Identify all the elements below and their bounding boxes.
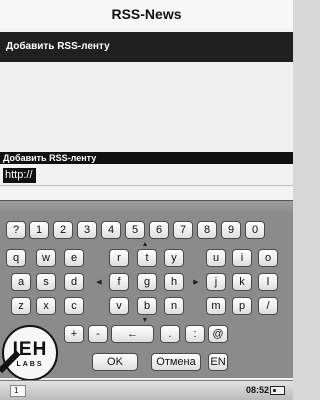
page-number: 1 (10, 385, 26, 397)
app-title: RSS-News (0, 0, 293, 28)
key[interactable]: 8 (197, 221, 217, 239)
key[interactable]: x (36, 297, 56, 315)
key[interactable]: i (232, 249, 252, 267)
key[interactable]: u (206, 249, 226, 267)
clock: 08:52 (246, 385, 270, 395)
key[interactable]: m (206, 297, 226, 315)
key[interactable]: 9 (221, 221, 241, 239)
key[interactable]: h (164, 273, 184, 291)
key[interactable]: y (164, 249, 184, 267)
language-switch-button[interactable]: EN (208, 353, 228, 371)
reader-screen: RSS-News Добавить RSS-ленту Добавить RSS… (0, 0, 293, 400)
key[interactable]: - (88, 325, 108, 343)
status-bar: 1 08:52 (0, 380, 293, 400)
feed-url-value: http:// (3, 168, 35, 183)
key[interactable]: b (137, 297, 157, 315)
key[interactable]: . (160, 325, 180, 343)
key[interactable]: : (185, 325, 205, 343)
key[interactable]: 7 (173, 221, 193, 239)
key[interactable]: v (109, 297, 129, 315)
key[interactable]: o (258, 249, 278, 267)
ok-button[interactable]: OK (92, 353, 138, 371)
key[interactable]: t (137, 249, 157, 267)
key[interactable]: k (232, 273, 252, 291)
text-cursor (35, 168, 36, 183)
arrow-right-icon: ▶ (193, 279, 199, 286)
key[interactable]: 2 (53, 221, 73, 239)
arrow-down-icon: ▼ (141, 317, 149, 324)
add-feed-menu-label: Добавить RSS-ленту (6, 41, 110, 52)
key[interactable]: e (64, 249, 84, 267)
key[interactable]: a (11, 273, 31, 291)
feed-list-area (0, 62, 293, 152)
key[interactable]: + (64, 325, 84, 343)
key[interactable]: 5 (125, 221, 145, 239)
ieh-labs-logo: IEH LABS (2, 325, 58, 381)
key[interactable]: c (64, 297, 84, 315)
key[interactable]: r (109, 249, 129, 267)
add-feed-menu-item[interactable]: Добавить RSS-ленту (0, 32, 293, 62)
battery-icon (270, 386, 285, 395)
arrow-up-icon: ▲ (141, 241, 149, 248)
key[interactable]: 0 (245, 221, 265, 239)
key[interactable]: s (36, 273, 56, 291)
arrow-left-icon: ◀ (96, 279, 102, 286)
key[interactable]: @ (208, 325, 228, 343)
cancel-button[interactable]: Отмена (151, 353, 201, 371)
key[interactable]: j (206, 273, 226, 291)
key[interactable]: z (11, 297, 31, 315)
key[interactable]: 3 (77, 221, 97, 239)
key[interactable]: p (232, 297, 252, 315)
key[interactable]: l (258, 273, 278, 291)
key[interactable]: / (258, 297, 278, 315)
key[interactable]: q (6, 249, 26, 267)
key[interactable]: d (64, 273, 84, 291)
key[interactable]: w (36, 249, 56, 267)
key[interactable]: ? (6, 221, 26, 239)
feed-url-input[interactable]: http:// (0, 165, 293, 186)
key[interactable]: 6 (149, 221, 169, 239)
backspace-key[interactable]: ← (111, 325, 154, 343)
key[interactable]: f (109, 273, 129, 291)
key[interactable]: 1 (29, 221, 49, 239)
key[interactable]: g (137, 273, 157, 291)
key[interactable]: 4 (101, 221, 121, 239)
key[interactable]: n (164, 297, 184, 315)
dialog-title: Добавить RSS-ленту (0, 152, 293, 164)
